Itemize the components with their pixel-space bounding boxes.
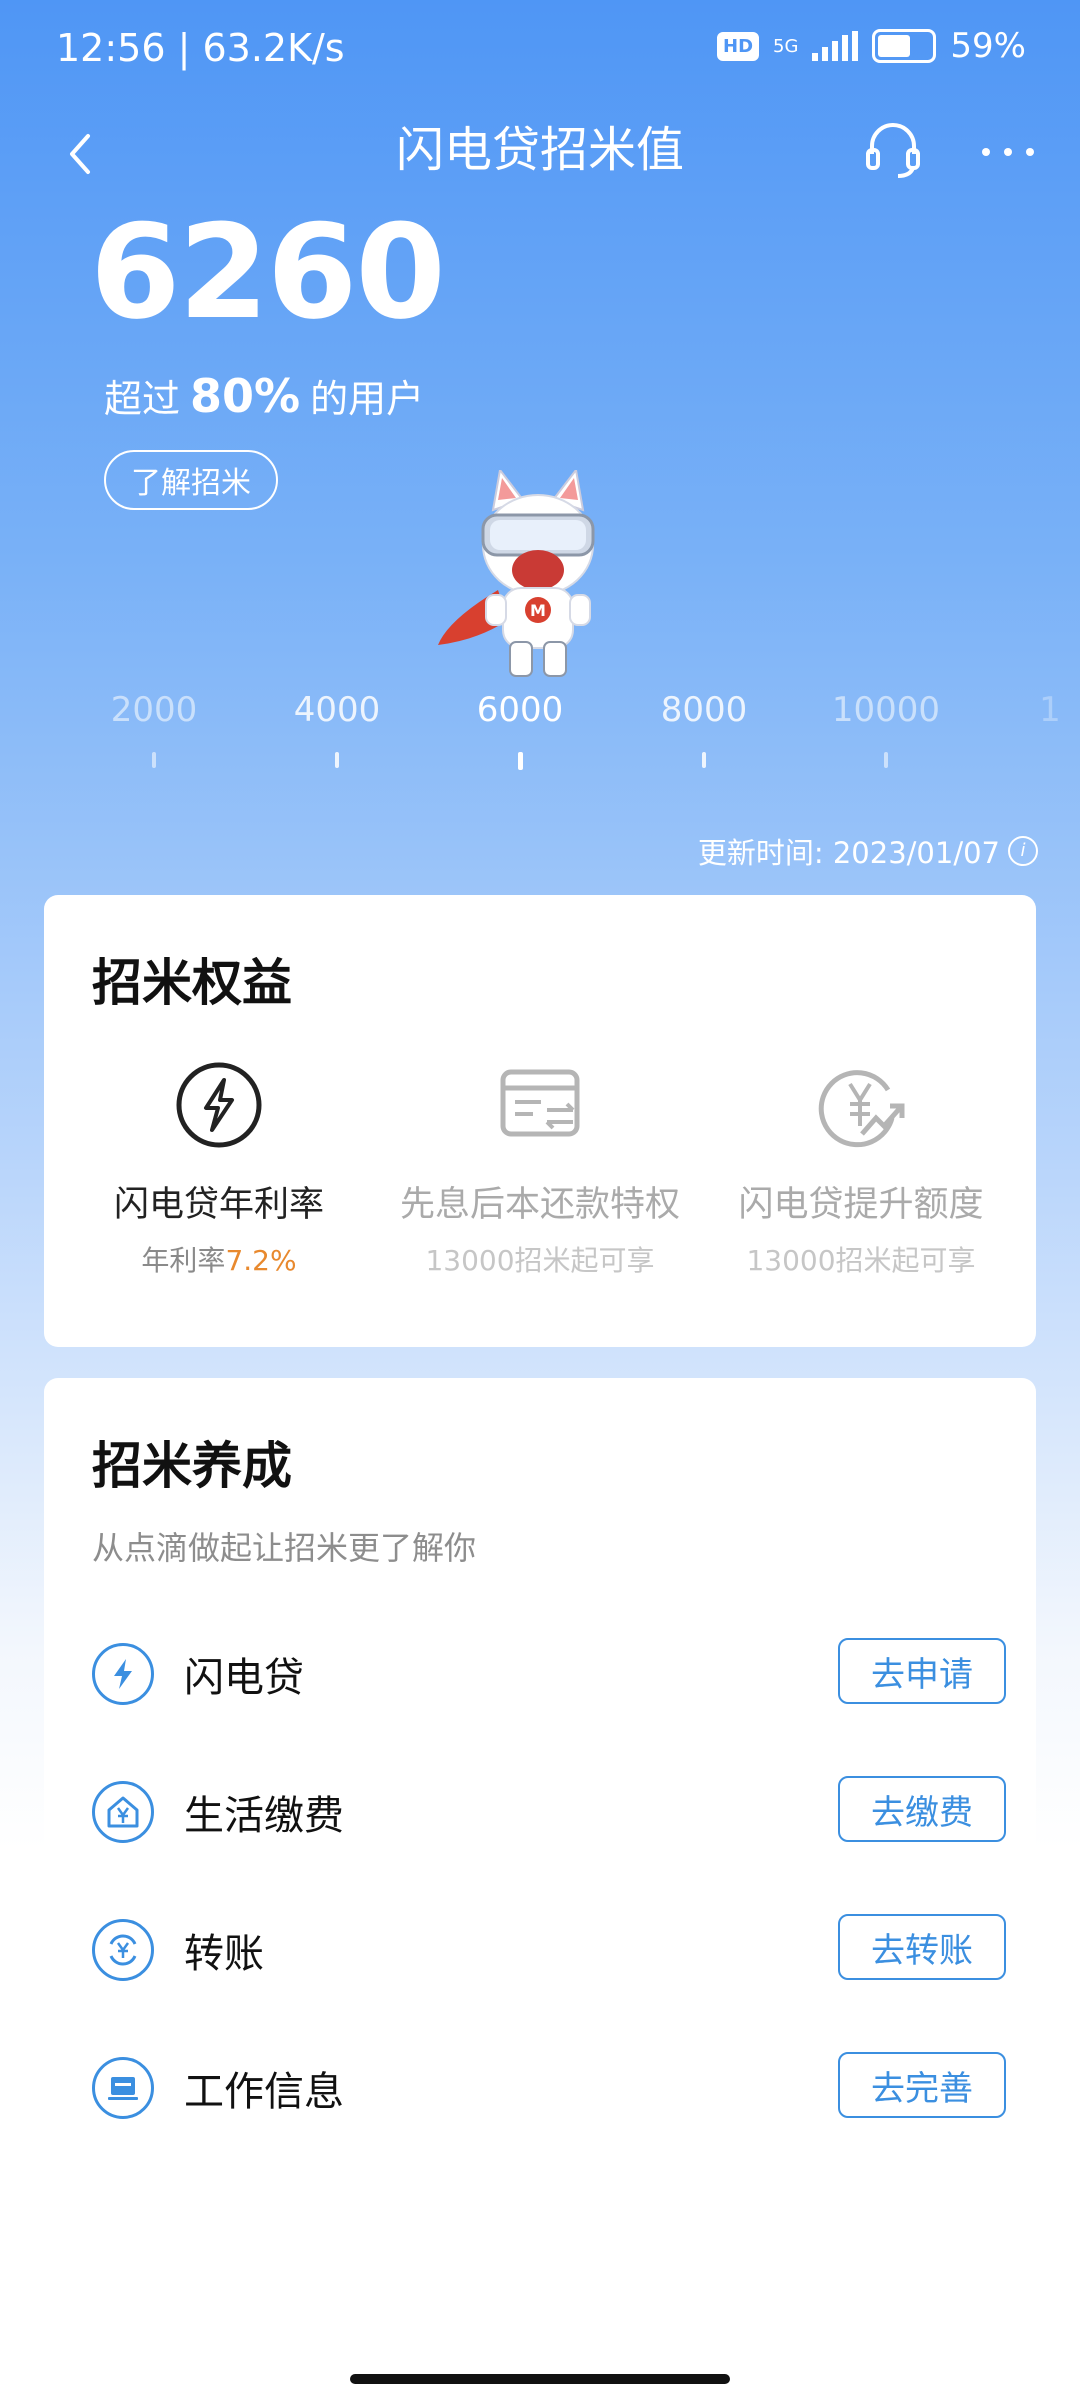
- battery-percent: 59%: [950, 26, 1026, 66]
- task-label: 工作信息: [184, 2069, 344, 2115]
- more-dots-icon: [982, 148, 1034, 156]
- apply-button[interactable]: 去申请: [838, 1638, 1006, 1704]
- task-label: 闪电贷: [184, 1655, 304, 1701]
- lightning-icon: [92, 1643, 154, 1705]
- percentile-prefix: 超过: [104, 377, 181, 421]
- task-row-flash-loan: 闪电贷 去申请: [92, 1634, 1006, 1714]
- hd-icon: HD: [717, 31, 760, 61]
- task-label: 转账: [184, 1931, 264, 1977]
- status-time-speed: 12:56 | 63.2K/s: [56, 26, 345, 70]
- svg-text:M: M: [530, 601, 546, 620]
- percentile-text: 超过 80% 的用户: [104, 368, 424, 423]
- rate-value: 7.2%: [225, 1244, 297, 1277]
- card-exchange-icon: [500, 1069, 580, 1137]
- complete-button[interactable]: 去完善: [838, 2052, 1006, 2118]
- scale-tick-current: 6000: [450, 690, 590, 770]
- update-time: 更新时间: 2023/01/07 i: [698, 830, 1038, 872]
- laptop-icon: [92, 2057, 154, 2119]
- update-time-text: 更新时间: 2023/01/07: [697, 836, 1000, 870]
- benefit-interest-first[interactable]: 先息后本还款特权 13000招米起可享: [375, 1060, 705, 1279]
- benefit-annual-rate[interactable]: 闪电贷年利率 年利率7.2%: [54, 1060, 384, 1279]
- rights-card: 招米权益 闪电贷年利率 年利率7.2% 先息后本还款特权 13000招米起可享: [44, 895, 1036, 1347]
- percentile-suffix: 的用户: [310, 377, 425, 421]
- network-label: 5G: [773, 35, 799, 57]
- scale-tick: 2000: [84, 690, 224, 768]
- scale-tick: 10000: [816, 690, 956, 768]
- task-label: 生活缴费: [184, 1793, 344, 1839]
- benefit-sub: 13000招米起可享: [746, 1244, 976, 1277]
- benefit-sub: 年利率7.2%: [141, 1244, 297, 1277]
- scale-tick: 4000: [267, 690, 407, 768]
- task-row-work-info: 工作信息 去完善: [92, 2048, 1006, 2128]
- lightning-icon: [176, 1062, 262, 1148]
- benefit-label: 闪电贷年利率: [113, 1185, 324, 1225]
- scale-tick: 8000: [634, 690, 774, 768]
- benefit-credit-increase[interactable]: 闪电贷提升额度 13000招米起可享: [696, 1060, 1026, 1279]
- headset-icon: [866, 123, 920, 178]
- transfer-button[interactable]: 去转账: [838, 1914, 1006, 1980]
- yen-up-icon: [818, 1070, 905, 1148]
- score-scale: 2000 4000 6000 8000 10000 1: [0, 690, 1080, 790]
- status-icons: HD 5G 59%: [717, 26, 1026, 66]
- house-yen-icon: [92, 1781, 154, 1843]
- benefit-sub: 13000招米起可享: [425, 1244, 655, 1277]
- scale-tick: 1: [1039, 690, 1061, 730]
- task-row-bill-payment: 生活缴费 去缴费: [92, 1772, 1006, 1852]
- info-icon[interactable]: i: [1008, 836, 1038, 866]
- cultivate-title: 招米养成: [92, 1437, 292, 1495]
- more-button[interactable]: [974, 114, 1044, 184]
- customer-service-button[interactable]: [858, 114, 928, 184]
- transfer-icon: [92, 1919, 154, 1981]
- zhaomi-score: 6260: [90, 196, 446, 348]
- mascot-cat-icon: M: [438, 470, 595, 677]
- benefit-label: 先息后本还款特权: [399, 1185, 680, 1225]
- signal-icon: [812, 31, 859, 61]
- cultivate-card: 招米养成 从点滴做起让招米更了解你 闪电贷 去申请 生活缴费 去缴费 转账 去转…: [44, 1378, 1036, 2172]
- task-row-transfer: 转账 去转账: [92, 1910, 1006, 1990]
- percentile-value: 80%: [190, 369, 301, 423]
- status-bar: 12:56 | 63.2K/s HD 5G 59%: [0, 0, 1080, 100]
- cultivate-subtitle: 从点滴做起让招米更了解你: [92, 1529, 477, 1567]
- battery-icon: [872, 29, 937, 63]
- pay-button[interactable]: 去缴费: [838, 1776, 1006, 1842]
- home-indicator[interactable]: [350, 2374, 730, 2384]
- rights-title: 招米权益: [92, 954, 292, 1012]
- learn-zhaomi-button[interactable]: 了解招米: [104, 450, 278, 510]
- benefit-label: 闪电贷提升额度: [738, 1185, 984, 1225]
